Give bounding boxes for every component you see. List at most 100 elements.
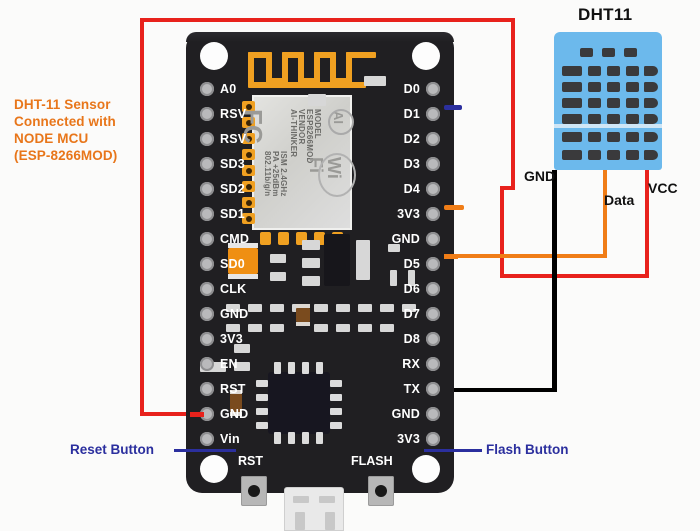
pin-rsv-2[interactable]: RSV: [200, 130, 246, 147]
pin-label: GND: [391, 406, 420, 421]
pin-sd0[interactable]: SD0: [200, 255, 245, 272]
pin-tx[interactable]: TX: [404, 380, 440, 397]
pin-d3[interactable]: D3: [404, 155, 440, 172]
pin-gnd-right-2[interactable]: GND: [392, 405, 440, 422]
esp-model-label: MODEL: [313, 109, 322, 139]
micro-usb-connector[interactable]: [284, 487, 344, 531]
pin-pad-icon: [426, 356, 440, 371]
wire-vcc-segment-top: [140, 18, 515, 22]
pin-label: D0: [403, 81, 420, 96]
smd-part: [336, 324, 350, 332]
smd-part: [380, 304, 394, 312]
wire-data-segment-vertical: [603, 170, 607, 258]
esp-vendor-value: AI-THINKER: [289, 109, 298, 158]
wifi-logo-ring: [318, 153, 356, 197]
reset-button-annotation: Reset Button: [70, 442, 154, 457]
pin-3v3-right-1[interactable]: 3V3: [397, 205, 440, 222]
wire-gnd-segment-horizontal: [452, 388, 557, 392]
chip-pad: [256, 422, 268, 429]
pin-sd3[interactable]: SD3: [200, 155, 245, 172]
pin-rsv-1[interactable]: RSV: [200, 105, 246, 122]
pin-label: D5: [403, 256, 420, 271]
pin-d0[interactable]: D0: [404, 80, 440, 97]
dht11-body-seam: [554, 124, 662, 128]
pin-label: SD1: [220, 206, 245, 221]
pin-d7[interactable]: D7: [404, 305, 440, 322]
pcb-antenna: [248, 46, 386, 90]
pin-label: SD0: [220, 256, 245, 271]
flash-button[interactable]: [368, 476, 394, 506]
esp-pa-spec: PA +25dBm: [271, 151, 280, 197]
pin-d2[interactable]: D2: [404, 130, 440, 147]
pin-gnd-left-2[interactable]: GND: [200, 405, 248, 422]
smd-part: [248, 304, 262, 312]
pin-label: CLK: [220, 281, 247, 296]
pin-en[interactable]: EN: [200, 355, 238, 372]
pin-label: D2: [403, 131, 420, 146]
dht11-data-label: Data: [604, 192, 635, 208]
wire-vcc-segment-left-vertical: [140, 18, 144, 416]
pin-sd1[interactable]: SD1: [200, 205, 245, 222]
pin-pad-icon: [426, 406, 440, 421]
pin-gnd-right-1[interactable]: GND: [392, 230, 440, 247]
pin-pad-icon: [426, 431, 440, 446]
wire-stub-d5: [444, 254, 458, 259]
chip-pad: [288, 432, 295, 444]
smd-part: [248, 324, 262, 332]
pin-3v3-left[interactable]: 3V3: [200, 330, 243, 347]
pin-pad-icon: [426, 331, 440, 346]
pin-d1[interactable]: D1: [404, 105, 440, 122]
chip-pad: [256, 408, 268, 415]
pin-pad-icon: [426, 281, 440, 296]
wire-stub-vin: [190, 412, 204, 417]
pin-pad-icon: [426, 81, 440, 96]
dht11-sensor-body: [554, 32, 662, 170]
diagram-title-note-line-1: DHT-11 Sensor: [14, 97, 111, 112]
pin-pad-icon: [200, 156, 214, 171]
pin-d6[interactable]: D6: [404, 280, 440, 297]
pin-clk[interactable]: CLK: [200, 280, 246, 297]
pin-pad-icon: [200, 206, 214, 221]
pin-d8[interactable]: D8: [404, 330, 440, 347]
wire-gnd-segment-vertical: [552, 170, 557, 392]
usb-serial-chip: [268, 372, 330, 434]
pin-pad-icon: [200, 431, 214, 446]
pin-a0[interactable]: A0: [200, 80, 236, 97]
flash-button-caption: FLASH: [351, 454, 393, 468]
pin-d4[interactable]: D4: [404, 180, 440, 197]
smd-part: [314, 304, 328, 312]
pin-label: GND: [220, 306, 249, 321]
smd-part: [308, 94, 326, 106]
pin-d5[interactable]: D5: [404, 255, 440, 272]
smd-part: [358, 324, 372, 332]
wire-data-segment-horizontal: [452, 254, 607, 258]
dht11-vcc-label: VCC: [648, 180, 678, 196]
chip-pad: [330, 408, 342, 415]
pin-pad-icon: [200, 306, 214, 321]
pin-pad-icon: [426, 156, 440, 171]
chip-pad: [274, 362, 281, 374]
pin-sd2[interactable]: SD2: [200, 180, 245, 197]
pin-3v3-right-2[interactable]: 3V3: [397, 430, 440, 447]
wire-stub-3v3: [444, 205, 464, 210]
wire-vcc-segment-riser: [511, 18, 515, 190]
wire-vcc-segment-inner-vertical: [500, 186, 504, 278]
pin-pad-icon: [200, 106, 214, 121]
pin-cmd[interactable]: CMD: [200, 230, 249, 247]
chip-pad: [316, 432, 323, 444]
chip-pad: [316, 362, 323, 374]
pin-pad-icon: [200, 231, 214, 246]
pin-gnd-left-1[interactable]: GND: [200, 305, 248, 322]
pin-rx[interactable]: RX: [402, 355, 440, 372]
chip-pad: [256, 394, 268, 401]
pin-label: A0: [220, 81, 237, 96]
pin-rst[interactable]: RST: [200, 380, 246, 397]
smd-part: [390, 270, 397, 286]
pin-label: Vin: [220, 431, 240, 446]
pin-label: D3: [403, 156, 420, 171]
smd-part: [356, 240, 370, 280]
pin-vin[interactable]: Vin: [200, 430, 240, 447]
chip-pad: [330, 394, 342, 401]
chip-pad: [274, 432, 281, 444]
reset-button[interactable]: [241, 476, 267, 506]
